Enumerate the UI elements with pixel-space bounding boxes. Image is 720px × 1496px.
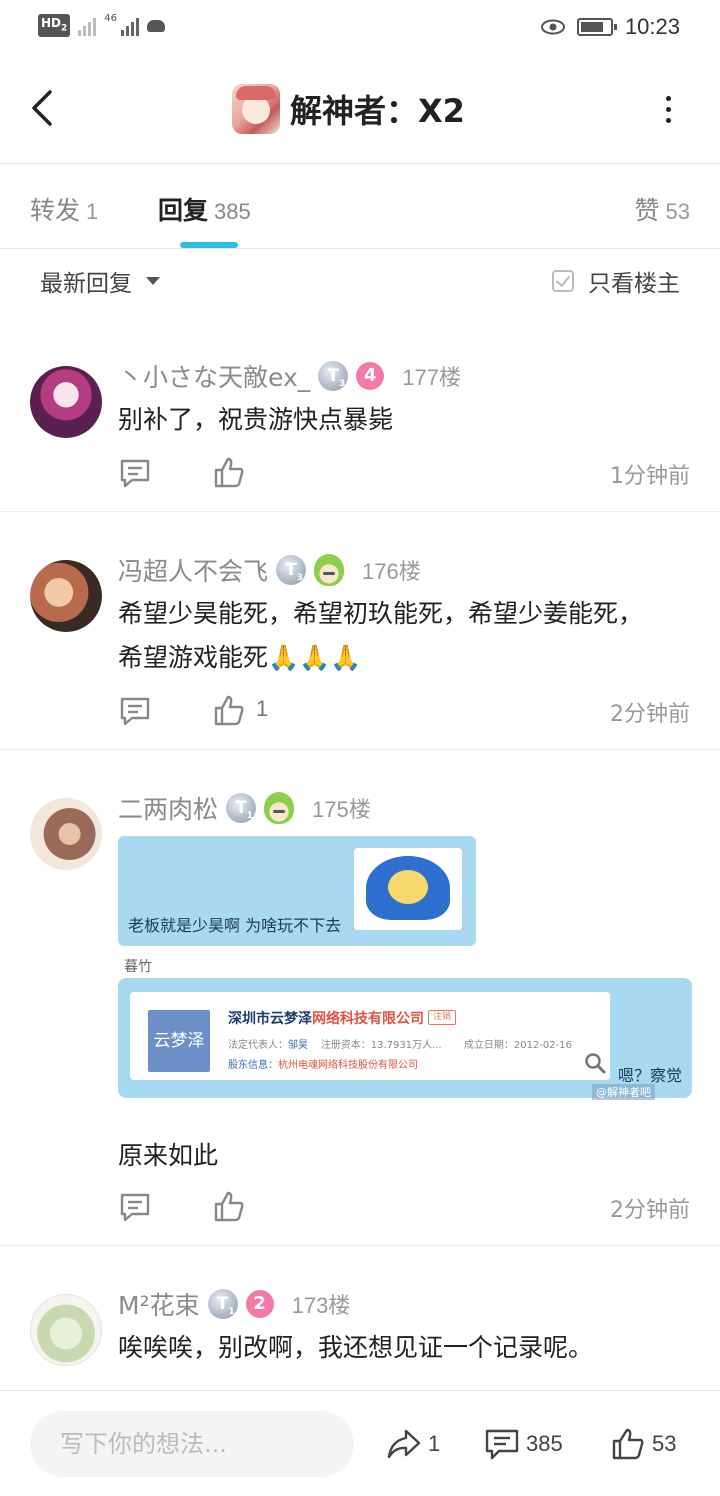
tab-replies[interactable]: 回复 385 xyxy=(158,191,251,227)
filter-row: 最新回复 只看楼主 xyxy=(0,250,720,314)
thumbs-up-icon[interactable] xyxy=(212,694,246,728)
back-arrow-icon[interactable] xyxy=(26,88,62,128)
level-badge: 2 xyxy=(245,1290,274,1318)
reply-content: 原来如此 xyxy=(118,1141,219,1170)
share-count: 1 xyxy=(428,1431,441,1456)
bottom-action-bar: 1 385 53 xyxy=(0,1390,720,1496)
reply-time: 1分钟前 xyxy=(610,464,690,489)
emoji-badge-icon xyxy=(314,554,345,586)
only-op-label: 只看楼主 xyxy=(588,271,680,297)
page-title: 解神者：X2 xyxy=(290,92,465,130)
reply-image[interactable]: 老板就是少昊啊 为啥玩不下去 暮竹 云梦泽 深圳市云梦泽网络科技有限公司 注销 … xyxy=(118,836,692,1100)
sort-dropdown[interactable]: 最新回复 xyxy=(40,264,160,298)
chat-bubble: 老板就是少昊啊 为啥玩不下去 xyxy=(118,836,476,946)
cloud-icon xyxy=(147,19,166,32)
network-type: 46 xyxy=(104,13,118,24)
tab-forwards[interactable]: 转发 1 xyxy=(30,191,98,227)
sort-label: 最新回复 xyxy=(40,271,132,297)
only-op-checkbox[interactable] xyxy=(552,270,574,292)
eye-icon xyxy=(540,19,565,35)
active-tab-indicator xyxy=(180,242,238,248)
reply-item: 二两肉松 T1 175楼 老板就是少昊啊 为啥玩不下去 暮竹 云梦泽 深圳市云梦… xyxy=(0,750,720,1246)
forum-title-group[interactable]: 解神者：X2 xyxy=(232,84,465,134)
reply-time: 2分钟前 xyxy=(610,1198,690,1223)
reply-actions: 1 2分钟前 xyxy=(118,694,690,734)
battery-icon xyxy=(576,18,617,36)
comment-count: 385 xyxy=(526,1431,563,1456)
watermark: @解神者吧 xyxy=(592,1084,655,1100)
thumbs-up-icon[interactable] xyxy=(212,1190,246,1224)
emoji-badge-icon xyxy=(264,792,295,824)
reply-actions: 1分钟前 xyxy=(118,456,690,496)
comment-icon xyxy=(485,1429,519,1460)
signal-icon-sim2 xyxy=(121,16,140,36)
avatar[interactable] xyxy=(30,1294,102,1366)
share-button[interactable]: 1 xyxy=(386,1427,440,1461)
like-button[interactable]: 53 xyxy=(610,1427,676,1461)
status-tag: 注销 xyxy=(428,1010,457,1025)
member-badge: T1 xyxy=(207,1289,238,1319)
zoom-icon xyxy=(585,1053,606,1074)
sender-name: 暮竹 xyxy=(124,959,152,975)
avatar[interactable] xyxy=(30,366,102,438)
member-badge: T3 xyxy=(276,555,307,585)
comment-icon[interactable] xyxy=(118,694,152,728)
username[interactable]: 丶小さな天敵ex_ xyxy=(118,358,310,394)
reply-content: 别补了，祝贵游快点暴毙 xyxy=(118,405,394,434)
thumbs-up-icon[interactable] xyxy=(212,456,246,490)
comment-input[interactable] xyxy=(30,1411,354,1477)
level-badge: 4 xyxy=(356,362,385,390)
company-card-bubble: 云梦泽 深圳市云梦泽网络科技有限公司 注销 法定代表人：邹昊 注册资本：13.7… xyxy=(118,978,692,1100)
status-bar: HD2 46 10:23 xyxy=(0,0,720,56)
avatar[interactable] xyxy=(30,798,102,870)
like-count: 1 xyxy=(256,696,269,721)
reply-content: 希望少昊能死，希望初玖能死，希望少姜能死，希望游戏能死🙏🙏🙏 xyxy=(118,599,644,672)
floor-number: 175楼 xyxy=(312,797,371,822)
card-caption: 嗯？察觉 xyxy=(618,1066,683,1085)
thumbs-up-icon xyxy=(612,1428,644,1460)
company-logo: 云梦泽 xyxy=(148,1010,210,1072)
caret-down-icon xyxy=(146,277,160,285)
clock: 10:23 xyxy=(624,14,680,39)
chat-text: 老板就是少昊啊 为啥玩不下去 xyxy=(128,916,342,935)
sticker-image xyxy=(354,848,462,930)
reply-item: 丶小さな天敵ex_ T3 4 177楼 别补了，祝贵游快点暴毙 1分钟前 xyxy=(0,314,720,512)
signal-icon-sim1 xyxy=(78,16,97,36)
comment-button[interactable]: 385 xyxy=(484,1427,563,1461)
member-badge: T3 xyxy=(318,361,349,391)
tab-likes[interactable]: 赞 53 xyxy=(635,191,691,227)
shareholder-row: 股东信息：杭州电魂网络科技股份有限公司 xyxy=(228,1060,418,1071)
share-icon xyxy=(387,1429,421,1459)
floor-number: 177楼 xyxy=(402,365,461,390)
username[interactable]: 冯超人不会飞 xyxy=(118,552,268,588)
app-header: 解神者：X2 xyxy=(0,56,720,164)
reply-actions: 2分钟前 xyxy=(118,1190,690,1230)
company-name: 深圳市云梦泽网络科技有限公司 xyxy=(228,1011,424,1027)
tab-bar: 转发 1 回复 385 赞 53 xyxy=(0,165,720,249)
floor-number: 176楼 xyxy=(362,559,421,584)
reply-content: 唉唉唉，别改啊，我还想见证一个记录呢。 xyxy=(118,1333,594,1362)
member-badge: T1 xyxy=(226,793,257,823)
company-details: 法定代表人：邹昊 注册资本：13.7931万人... 成立日期：2012-02-… xyxy=(228,1040,572,1051)
like-count: 53 xyxy=(652,1431,677,1456)
hd-indicator: HD2 xyxy=(38,14,71,38)
reply-item: 冯超人不会飞 T3 176楼 希望少昊能死，希望初玖能死，希望少姜能死，希望游戏… xyxy=(0,512,720,750)
more-options-icon[interactable] xyxy=(660,96,676,126)
forum-avatar xyxy=(232,84,280,134)
only-op-toggle[interactable]: 只看楼主 xyxy=(552,264,680,298)
reply-time: 2分钟前 xyxy=(610,702,690,727)
username[interactable]: M²花束 xyxy=(118,1286,200,1322)
avatar[interactable] xyxy=(30,560,102,632)
company-card: 云梦泽 深圳市云梦泽网络科技有限公司 注销 法定代表人：邹昊 注册资本：13.7… xyxy=(130,992,610,1080)
reply-item: M²花束 T1 2 173楼 唉唉唉，别改啊，我还想见证一个记录呢。 xyxy=(0,1246,720,1390)
comment-icon[interactable] xyxy=(118,456,152,490)
username[interactable]: 二两肉松 xyxy=(118,790,218,826)
floor-number: 173楼 xyxy=(291,1293,351,1318)
comment-icon[interactable] xyxy=(118,1190,152,1224)
